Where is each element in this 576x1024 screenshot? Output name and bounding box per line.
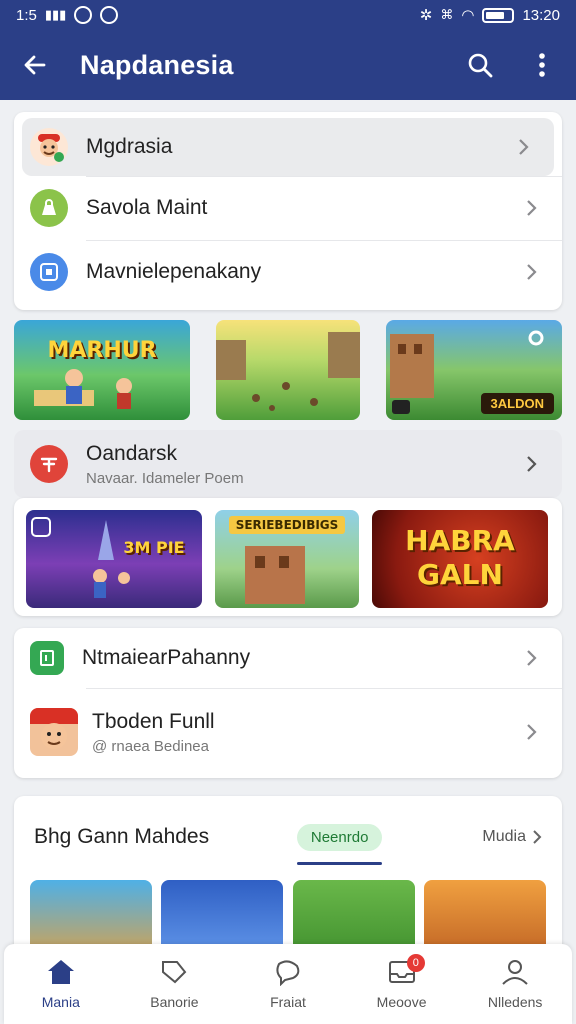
menu-item-mgdrasia[interactable]: Mgdrasia <box>22 118 554 176</box>
section-card-2[interactable]: Oandarsk Navaar. Idameler Poem <box>14 430 562 498</box>
nav-label: Banorie <box>150 994 199 1010</box>
menu-item-label: Tboden Funll <box>92 709 215 733</box>
chevron-right-icon <box>522 262 542 282</box>
game-thumbnail[interactable]: MARHUR <box>14 320 190 420</box>
nav-item-chat[interactable]: Fraiat <box>231 944 345 1024</box>
chevron-right-icon <box>533 830 542 844</box>
nav-item-inbox[interactable]: 0 Meoove <box>345 944 459 1024</box>
more-link[interactable]: Mudia <box>482 828 542 846</box>
nav-label: Nlledens <box>487 994 543 1010</box>
nav-item-home[interactable]: Mania <box>4 944 118 1024</box>
home-icon <box>47 960 74 984</box>
filter-chip[interactable]: Neenrdo <box>296 823 383 865</box>
menu-item-label: NtmaiearPahanny <box>82 646 251 669</box>
wifi-icon: ◠ <box>461 7 475 24</box>
nav-label: Fraiat <box>270 994 306 1010</box>
nav-item-profile[interactable]: Nlledens <box>458 944 572 1024</box>
menu-item-label: Mavnielepenakany <box>86 260 262 283</box>
status-time-left: 1:5 <box>16 6 37 24</box>
nav-label: Meoove <box>376 994 427 1010</box>
nav-label: Mania <box>41 994 80 1010</box>
thumbnail-caption: 3ALDON <box>480 393 554 414</box>
menu-item-ntmaiearpahanny[interactable]: NtmaiearPahanny <box>14 628 562 688</box>
status-time-right: 13:20 <box>522 6 560 24</box>
games-card: Bhg Gann Mahdes Neenrdo Mudia <box>14 796 562 956</box>
notification-badge: 0 <box>406 954 425 972</box>
game-thumbnail[interactable]: SERIEBEDIBIGS <box>215 510 359 608</box>
menu-item-label: Savola Maint <box>86 196 208 219</box>
menu-item-mavnielepenakany[interactable]: Mavnielepenakany <box>14 240 562 304</box>
thumbnail-caption: HABRA GALN <box>405 524 515 591</box>
menu-item-subtitle: @ rnaea Bedinea <box>92 737 209 755</box>
settings-status-icon: ✲ <box>419 7 433 24</box>
top-app-bar: 1:5 ▮▮▮ ✲ ⌘ ◠ 13:20 Napdanesia <box>0 0 576 100</box>
battery-icon <box>482 7 515 23</box>
menu-card-2: NtmaiearPahanny Tboden Funll @ rnaea Bed… <box>14 628 562 778</box>
bubble-icon <box>276 960 300 986</box>
notification-icon <box>74 6 93 24</box>
game-thumbnail[interactable]: 3M PIE <box>26 510 202 608</box>
chevron-right-icon <box>522 648 542 668</box>
mascot-icon <box>30 128 68 166</box>
back-arrow-icon[interactable] <box>18 48 52 82</box>
tag-icon <box>162 961 187 984</box>
chevron-right-icon <box>522 198 542 218</box>
chevron-right-icon <box>522 722 542 742</box>
bag-icon <box>30 189 68 227</box>
chevron-right-icon <box>514 137 534 157</box>
avatar <box>30 708 78 756</box>
menu-item-tboden-funll[interactable]: Tboden Funll @ rnaea Bedinea <box>14 688 562 776</box>
more-vert-icon[interactable] <box>522 45 562 85</box>
settings-red-icon <box>30 445 68 483</box>
section-subtitle: Navaar. Idameler Poem <box>86 469 244 487</box>
section-title: Oandarsk <box>86 441 178 465</box>
games-section-title: Bhg Gann Mahdes <box>34 825 210 848</box>
signal-icon: ▮▮▮ <box>44 7 67 22</box>
security-icon <box>100 6 119 24</box>
search-icon[interactable] <box>460 45 500 85</box>
game-thumbnail[interactable]: HABRA GALN <box>372 510 548 608</box>
menu-item-savola-maint[interactable]: Savola Maint <box>14 176 562 240</box>
game-thumbnail[interactable] <box>216 320 360 420</box>
nfc-icon: ⌘ <box>440 7 454 22</box>
app-icon <box>30 253 68 291</box>
flag-icon <box>30 641 64 675</box>
menu-item-label: Mgdrasia <box>86 135 173 158</box>
person-icon <box>502 960 528 985</box>
more-label: Mudia <box>482 828 526 845</box>
status-bar: 1:5 ▮▮▮ ✲ ⌘ ◠ 13:20 <box>0 0 576 30</box>
thumbnail-card-2: 3M PIE SERIEBEDIBIGS HABRA GALN <box>14 498 562 616</box>
menu-card-1: Mgdrasia Savola Maint Mavnielepenakany <box>14 112 562 310</box>
game-thumbnail[interactable]: 3ALDON <box>386 320 562 420</box>
thumbnail-row-1: MARHUR 3ALDON <box>14 320 562 420</box>
chevron-right-icon <box>522 454 542 474</box>
nav-item-tag[interactable]: Banorie <box>118 944 232 1024</box>
bottom-navigation: Mania Banorie Fraiat 0 Meoove Nlledens <box>4 944 572 1024</box>
page-title: Napdanesia <box>80 49 234 80</box>
